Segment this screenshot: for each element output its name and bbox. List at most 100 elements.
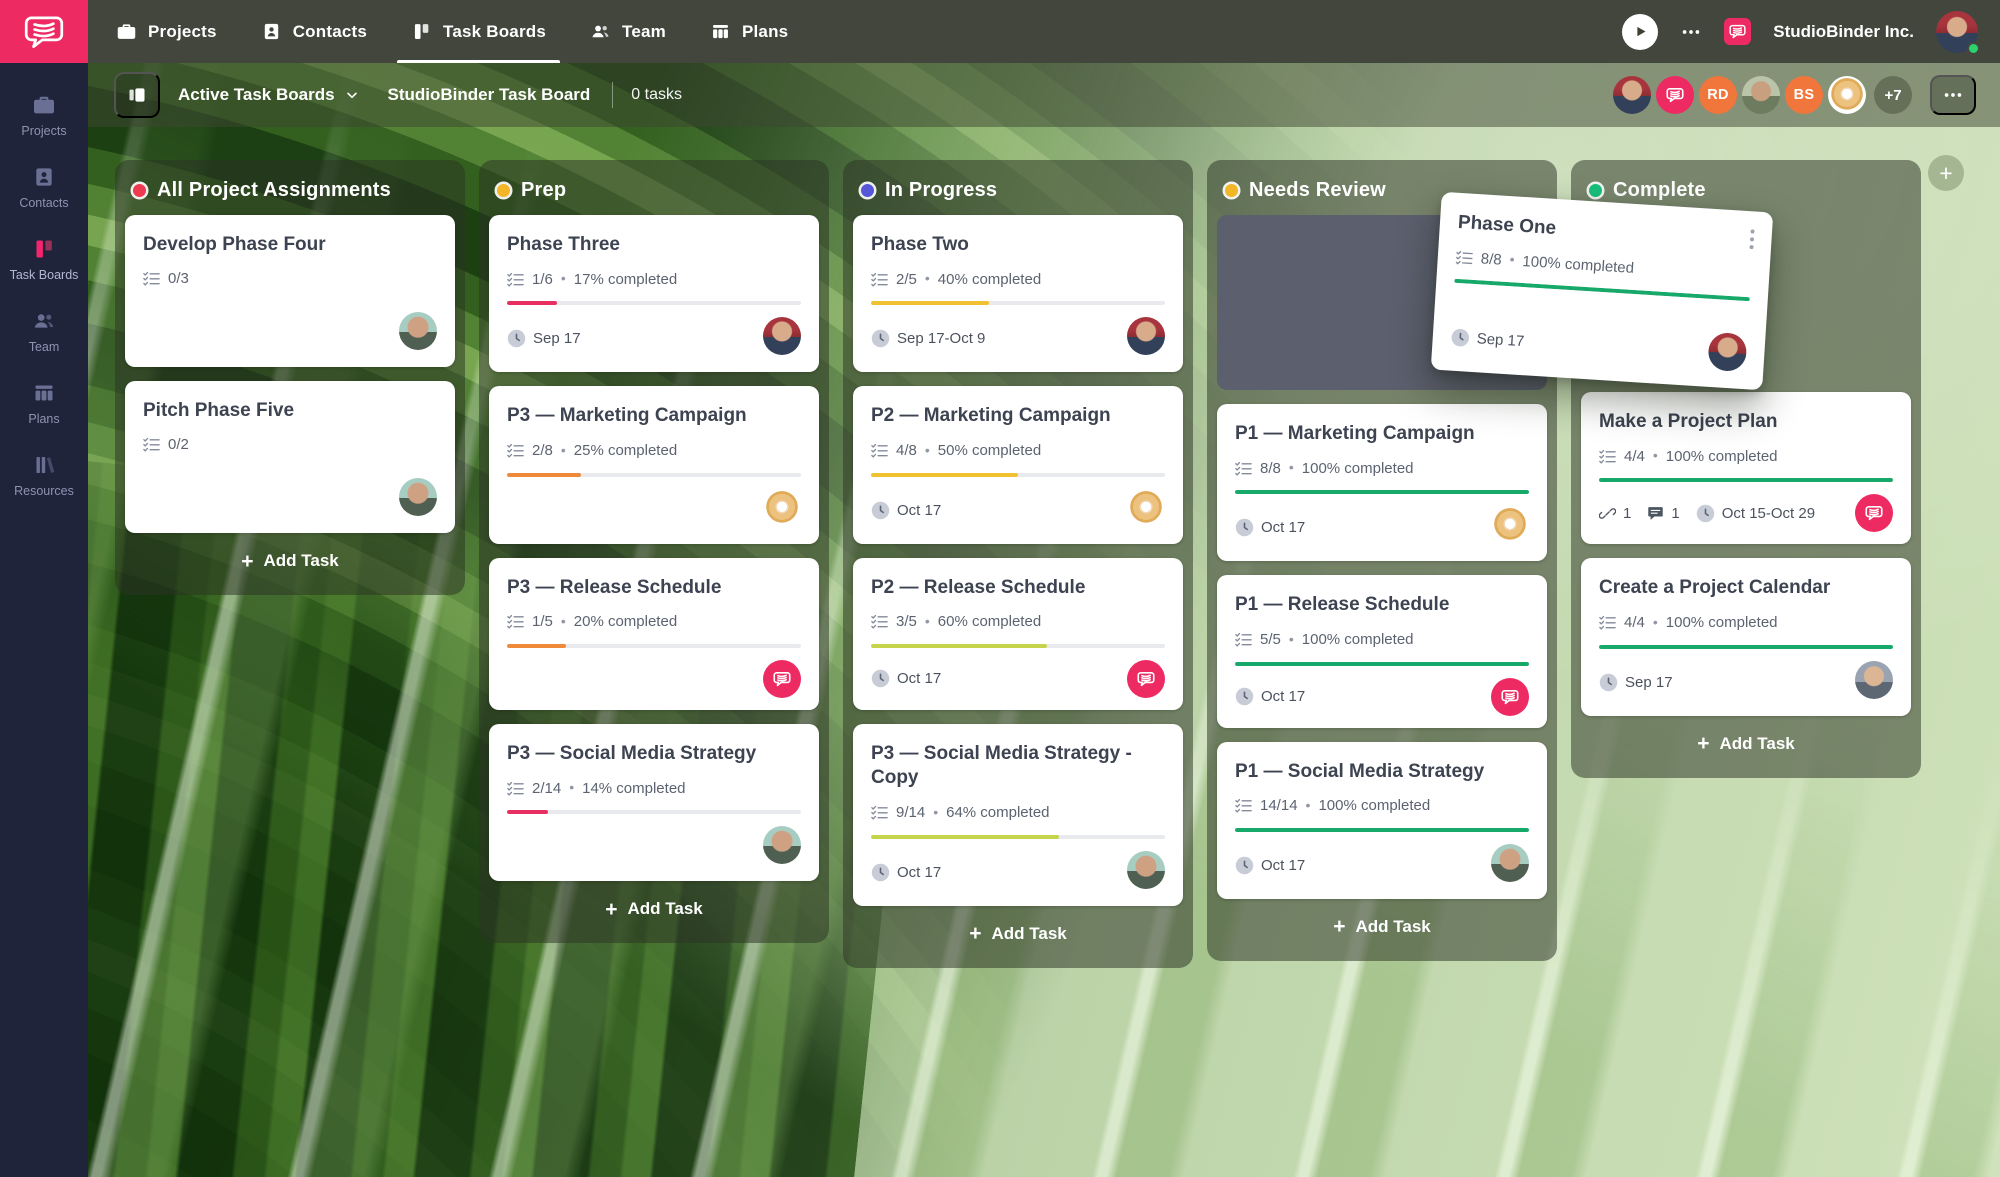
play-button[interactable]	[1622, 14, 1658, 50]
photo-avatar[interactable]	[763, 317, 801, 355]
card-footer: Sep 17	[1449, 304, 1748, 377]
percent-completed: 20% completed	[574, 613, 677, 630]
task-card[interactable]: P1 — Marketing Campaign 8/8 100% complet…	[1217, 404, 1547, 561]
sidebar-item-plans[interactable]: Plans	[0, 381, 88, 426]
plus-icon	[969, 923, 981, 944]
donut-avatar[interactable]	[763, 489, 801, 527]
add-task-button[interactable]: Add Task	[489, 885, 819, 933]
nav-more-button[interactable]	[1680, 21, 1702, 43]
task-card[interactable]: P3 — Release Schedule 1/5 20% completed	[489, 558, 819, 710]
sidebar-item-contacts[interactable]: Contacts	[0, 165, 88, 210]
column-header[interactable]: Prep	[489, 170, 819, 215]
photo-avatar[interactable]	[1613, 76, 1651, 114]
meta-separator	[1306, 797, 1311, 815]
percent-completed: 17% completed	[574, 271, 677, 288]
column-cards: Develop Phase Four 0/3 Pitch Phase Five	[125, 215, 455, 533]
meta-separator	[933, 804, 938, 822]
task-card[interactable]: Phase Two 2/5 40% completed Sep 17-Oct 9	[853, 215, 1183, 372]
add-task-button[interactable]: Add Task	[1217, 903, 1547, 951]
task-title: P1 — Marketing Campaign	[1235, 422, 1529, 446]
sidebar-item-task-boards[interactable]: Task Boards	[0, 237, 88, 282]
status-dot-icon	[133, 184, 146, 197]
logo-avatar[interactable]	[1491, 678, 1529, 716]
photo-avatar[interactable]	[1742, 76, 1780, 114]
sidebar-item-projects[interactable]: Projects	[0, 93, 88, 138]
task-card[interactable]: P1 — Release Schedule 5/5 100% completed…	[1217, 575, 1547, 727]
photo-avatar[interactable]	[1127, 317, 1165, 355]
add-task-button[interactable]: Add Task	[125, 537, 455, 585]
tab-label: Team	[622, 22, 666, 42]
donut-avatar[interactable]	[1127, 489, 1165, 527]
board-more-button[interactable]	[1930, 75, 1976, 115]
app-window: All Project Assignments Develop Phase Fo…	[0, 0, 2000, 1177]
task-card[interactable]: P3 — Social Media Strategy 2/14 14% comp…	[489, 724, 819, 881]
task-card[interactable]: Make a Project Plan 4/4 100% completed 1…	[1581, 392, 1911, 544]
due-date-chip: Sep 17	[507, 329, 581, 348]
sidebar-item-team[interactable]: Team	[0, 309, 88, 354]
task-title: Pitch Phase Five	[143, 399, 437, 423]
board-view-button[interactable]	[114, 72, 160, 118]
tab-projects[interactable]: Projects	[116, 0, 217, 63]
clock-icon	[1599, 673, 1618, 692]
user-avatar[interactable]	[1936, 11, 1978, 53]
task-card[interactable]: Create a Project Calendar 4/4 100% compl…	[1581, 558, 1911, 715]
photo-avatar[interactable]	[1707, 332, 1747, 372]
dragged-card-wrapper[interactable]: Phase One 8/8 100% completed Sep 17	[1431, 192, 1774, 390]
photo-avatar[interactable]	[1491, 844, 1529, 882]
add-column-button[interactable]	[1928, 155, 1964, 191]
kebab-menu-icon[interactable]	[1744, 225, 1759, 257]
checklist-icon	[871, 805, 888, 820]
donut-avatar[interactable]	[1828, 76, 1866, 114]
tab-contacts[interactable]: Contacts	[261, 0, 367, 63]
checklist-icon	[1599, 449, 1616, 464]
initials-avatar[interactable]: BS	[1785, 76, 1823, 114]
due-date-label: Sep 17-Oct 9	[897, 330, 985, 347]
task-card[interactable]: P2 — Marketing Campaign 4/8 50% complete…	[853, 386, 1183, 543]
logo-avatar[interactable]	[1656, 76, 1694, 114]
speech-bubble-logo-icon	[1665, 85, 1685, 105]
tab-plans[interactable]: Plans	[710, 0, 788, 63]
card-footer-meta: Oct 17	[1235, 856, 1305, 875]
initials-avatar[interactable]: RD	[1699, 76, 1737, 114]
card-footer: Oct 17	[1235, 666, 1529, 716]
task-meta: 4/4 100% completed	[1599, 614, 1893, 632]
task-card[interactable]: P1 — Social Media Strategy 14/14 100% co…	[1217, 742, 1547, 899]
add-task-button[interactable]: Add Task	[853, 910, 1183, 958]
task-card[interactable]: P2 — Release Schedule 3/5 60% completed …	[853, 558, 1183, 710]
task-meta: 2/8 25% completed	[507, 442, 801, 460]
sidebar-item-resources[interactable]: Resources	[0, 453, 88, 498]
task-card[interactable]: P3 — Social Media Strategy - Copy 9/14 6…	[853, 724, 1183, 906]
company-logo-chip[interactable]	[1724, 18, 1751, 45]
task-meta: 2/14 14% completed	[507, 779, 801, 797]
task-card[interactable]: Phase Three 1/6 17% completed Sep 17	[489, 215, 819, 372]
logo-avatar[interactable]	[1127, 660, 1165, 698]
column-header[interactable]: In Progress	[853, 170, 1183, 215]
tab-team[interactable]: Team	[590, 0, 666, 63]
checklist-count: 5/5	[1260, 631, 1281, 648]
task-card[interactable]: Pitch Phase Five 0/2	[125, 381, 455, 533]
photo-avatar[interactable]	[1127, 851, 1165, 889]
add-task-button[interactable]: Add Task	[1581, 720, 1911, 768]
photo-avatar[interactable]	[399, 478, 437, 516]
card-footer-meta: Sep 17	[507, 329, 581, 348]
checklist-icon	[871, 443, 888, 458]
avatar-overflow-badge[interactable]: +7	[1874, 76, 1912, 114]
board-filter-dropdown[interactable]: Active Task Boards	[178, 85, 360, 105]
logo-avatar[interactable]	[1855, 494, 1893, 532]
percent-completed: 50% completed	[938, 442, 1041, 459]
column-header[interactable]: All Project Assignments	[125, 170, 455, 215]
task-card[interactable]: Develop Phase Four 0/3	[125, 215, 455, 367]
percent-completed: 100% completed	[1302, 631, 1414, 648]
task-card[interactable]: Phase One 8/8 100% completed Sep 17	[1431, 192, 1774, 390]
task-meta: 9/14 64% completed	[871, 804, 1165, 822]
photo-avatar[interactable]	[1855, 661, 1893, 699]
donut-avatar[interactable]	[1491, 506, 1529, 544]
photo-avatar[interactable]	[763, 826, 801, 864]
task-card[interactable]: P3 — Marketing Campaign 2/8 25% complete…	[489, 386, 819, 543]
add-task-label: Add Task	[1720, 734, 1795, 754]
tab-task-boards[interactable]: Task Boards	[411, 0, 546, 63]
photo-avatar[interactable]	[399, 312, 437, 350]
logo-avatar[interactable]	[763, 660, 801, 698]
column-cards: Phase Three 1/6 17% completed Sep 17 P3 …	[489, 215, 819, 881]
studiobinder-logo[interactable]	[0, 0, 88, 63]
